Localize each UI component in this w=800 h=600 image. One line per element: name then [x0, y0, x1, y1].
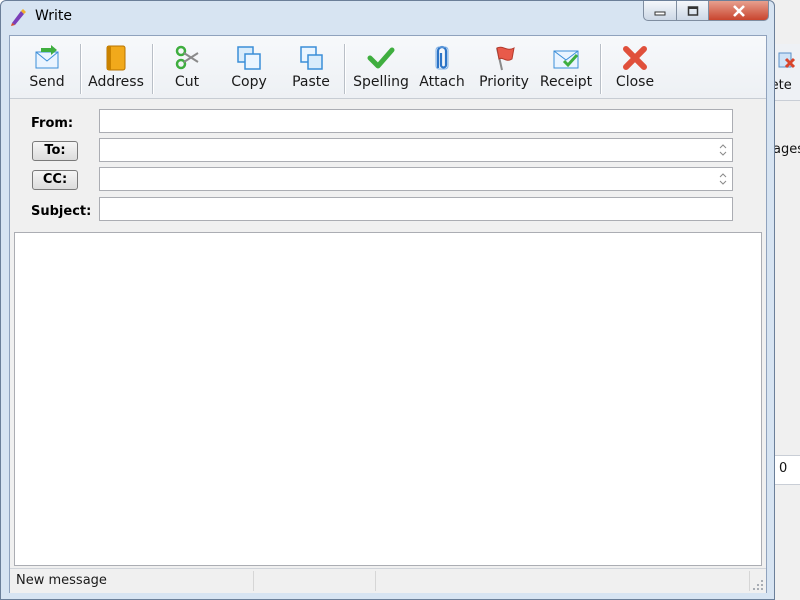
toolbar-separator — [600, 44, 601, 94]
address-book-icon — [106, 45, 126, 71]
red-x-icon — [623, 46, 647, 70]
cc-field[interactable] — [99, 167, 733, 191]
send-label: Send — [29, 74, 65, 90]
copy-label: Copy — [231, 74, 267, 90]
copy-icon — [237, 46, 261, 70]
close-label: Close — [615, 74, 655, 90]
app-icon — [11, 9, 26, 26]
from-field[interactable] — [99, 109, 733, 133]
subject-label: Subject: — [31, 204, 92, 219]
priority-button[interactable]: Priority — [478, 42, 530, 94]
attach-button[interactable]: Attach — [416, 42, 468, 94]
attach-label: Attach — [419, 74, 465, 90]
address-label: Address — [88, 74, 144, 90]
send-button[interactable]: Send — [22, 42, 72, 94]
send-icon — [35, 45, 59, 69]
close-icon — [732, 4, 745, 17]
message-body[interactable] — [14, 232, 762, 566]
receipt-label: Receipt — [539, 74, 593, 90]
checkmark-icon — [367, 47, 395, 69]
receipt-envelope-icon — [553, 50, 579, 69]
resize-grip-icon[interactable] — [752, 579, 764, 591]
toolbar-separator — [344, 44, 345, 94]
paste-button[interactable]: Paste — [286, 42, 336, 94]
cut-label: Cut — [174, 74, 200, 90]
maximize-icon — [687, 5, 698, 16]
status-message: New message — [10, 571, 254, 591]
status-bar: New message — [10, 568, 766, 593]
toolbar: Send Address Cut Copy Paste Spelling Att… — [10, 36, 766, 99]
spelling-button[interactable]: Spelling — [352, 42, 410, 94]
copy-button[interactable]: Copy — [224, 42, 274, 94]
background-messages-label: ages — [773, 142, 800, 157]
toolbar-separator — [152, 44, 153, 94]
title-bar[interactable]: Write — [1, 1, 774, 33]
close-button[interactable]: Close — [610, 42, 660, 94]
window-title: Write — [35, 8, 72, 24]
paperclip-icon — [435, 45, 449, 70]
write-client-area: Send Address Cut Copy Paste Spelling Att… — [9, 35, 767, 593]
status-panel-2 — [254, 571, 376, 591]
from-label: From: — [31, 116, 74, 131]
paste-label: Paste — [292, 74, 330, 90]
priority-label: Priority — [479, 74, 529, 90]
to-field[interactable] — [99, 138, 733, 162]
background-count: 0 — [779, 461, 788, 476]
minimize-icon — [654, 11, 666, 15]
maximize-button[interactable] — [677, 1, 709, 21]
write-window: Write Send Address Cut Copy Paste Spelli… — [0, 0, 775, 600]
cc-spin-icon[interactable] — [718, 171, 728, 187]
minimize-button[interactable] — [643, 1, 677, 21]
status-panel-3 — [376, 571, 750, 591]
toolbar-separator — [80, 44, 81, 94]
spelling-label: Spelling — [353, 74, 409, 90]
scissors-icon — [175, 45, 199, 70]
to-button[interactable]: To: — [32, 141, 78, 161]
flag-icon — [496, 46, 515, 71]
to-spin-icon[interactable] — [718, 142, 728, 158]
paste-icon — [300, 46, 323, 70]
address-button[interactable]: Address — [88, 42, 144, 94]
close-window-button[interactable] — [709, 1, 769, 21]
subject-field[interactable] — [99, 197, 733, 221]
receipt-button[interactable]: Receipt — [538, 42, 594, 94]
delete-icon[interactable] — [777, 50, 797, 70]
cc-button[interactable]: CC: — [32, 170, 78, 190]
cut-button[interactable]: Cut — [162, 42, 212, 94]
